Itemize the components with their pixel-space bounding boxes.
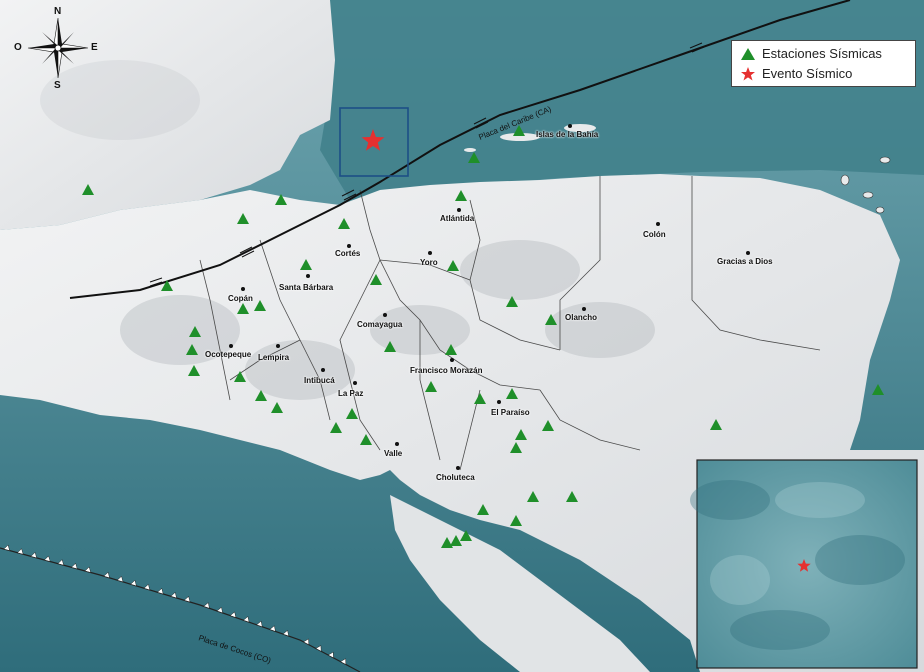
place-label: Atlántida bbox=[440, 214, 475, 223]
compass-west: O bbox=[14, 42, 22, 53]
place-label: Colón bbox=[643, 230, 666, 239]
town-dot bbox=[321, 368, 325, 372]
town-dot bbox=[450, 358, 454, 362]
compass-east: E bbox=[91, 42, 98, 53]
place-label: La Paz bbox=[338, 389, 364, 398]
place-label: Valle bbox=[384, 449, 403, 458]
town-dot bbox=[229, 344, 233, 348]
place-label: Gracias a Dios bbox=[717, 257, 773, 266]
town-dot bbox=[656, 222, 660, 226]
town-dot bbox=[276, 344, 280, 348]
place-label: Lempira bbox=[258, 353, 290, 362]
town-dot bbox=[457, 208, 461, 212]
town-dot bbox=[241, 287, 245, 291]
event-star-icon bbox=[741, 66, 755, 80]
caribbean-sea bbox=[300, 0, 924, 200]
town-dot bbox=[428, 251, 432, 255]
place-label: El Paraíso bbox=[491, 408, 530, 417]
place-label: Islas de la Bahía bbox=[536, 130, 599, 139]
compass-north: N bbox=[54, 6, 62, 17]
town-dot bbox=[395, 442, 399, 446]
town-dot bbox=[582, 307, 586, 311]
legend-event: Evento Sísmico bbox=[740, 66, 852, 81]
place-label: Santa Bárbara bbox=[279, 283, 334, 292]
place-label: Yoro bbox=[420, 258, 438, 267]
seismic-map: Placa del Caribe (CA) Placa de Cocos (CO… bbox=[0, 0, 924, 672]
legend: Estaciones Sísmicas Evento Sísmico bbox=[731, 40, 916, 87]
legend-stations: Estaciones Sísmicas bbox=[740, 46, 882, 61]
town-dot bbox=[746, 251, 750, 255]
place-label: Comayagua bbox=[357, 320, 403, 329]
place-label: Ocotepeque bbox=[205, 350, 252, 359]
place-label: Copán bbox=[228, 294, 253, 303]
town-dot bbox=[568, 124, 572, 128]
town-dot bbox=[306, 274, 310, 278]
town-dot bbox=[497, 400, 501, 404]
place-label: Francisco Morazán bbox=[410, 366, 483, 375]
compass-south: S bbox=[54, 80, 61, 91]
place-label: Olancho bbox=[565, 313, 598, 322]
place-label: Cortés bbox=[335, 249, 361, 258]
place-label: Intibucá bbox=[304, 376, 335, 385]
place-label: Choluteca bbox=[436, 473, 475, 482]
town-dot bbox=[383, 313, 387, 317]
station-triangle-icon bbox=[741, 47, 755, 60]
town-dot bbox=[347, 244, 351, 248]
legend-event-label: Evento Sísmico bbox=[762, 66, 853, 81]
town-dot bbox=[353, 381, 357, 385]
legend-stations-label: Estaciones Sísmicas bbox=[762, 46, 882, 61]
town-dot bbox=[456, 466, 460, 470]
